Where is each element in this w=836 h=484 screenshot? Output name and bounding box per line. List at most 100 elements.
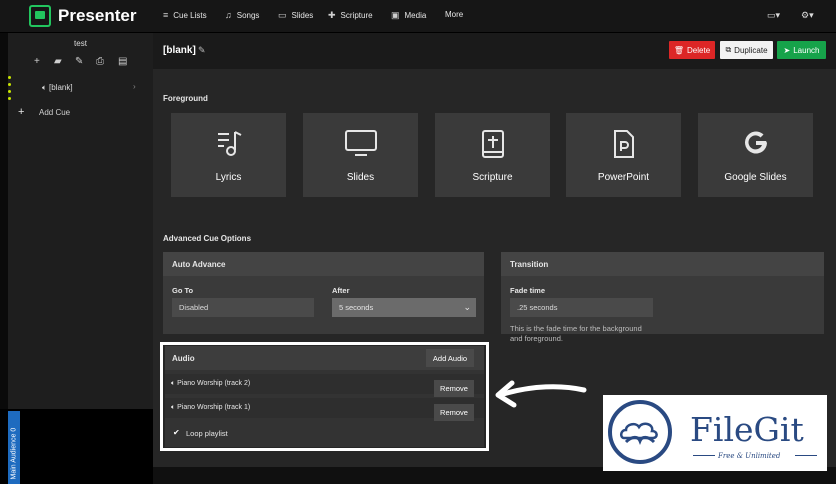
remove-track-button[interactable]: Remove [434,404,474,421]
settings-menu-button[interactable]: ⚙▾ [801,10,814,21]
edit-title-icon[interactable]: ✎ [198,45,206,56]
presenter-logo-icon [29,5,51,27]
transition-header [501,252,824,276]
fade-help-line: and foreground. [510,334,563,343]
nav-more[interactable]: More [445,10,463,19]
print-icon[interactable]: ⎙ [96,56,104,67]
fade-time-label: Fade time [510,286,546,295]
gear-icon: ⚙▾ [801,10,814,20]
list-view-icon[interactable]: ▤ [118,56,127,67]
music-icon: ♫ [225,10,232,20]
app-title: Presenter [58,6,137,25]
pencil-icon[interactable]: ✎ [75,56,83,67]
nav-cue-lists[interactable]: ≡ Cue Lists [163,10,207,20]
monitor-icon: ▭ [278,10,287,20]
add-icon[interactable]: + [34,56,40,67]
nav-scripture[interactable]: ✚ Scripture [328,10,373,21]
sidebar-footer [0,409,153,484]
cue-item-label: [blank] [49,83,73,92]
fade-time-value: .25 seconds [517,303,558,312]
tile-label: Slides [346,172,375,183]
fade-time-field[interactable]: .25 seconds [510,298,653,317]
after-value: 5 seconds [339,303,374,312]
lyrics-tile[interactable]: Lyrics [171,113,286,197]
audio-title: Audio [172,354,195,363]
duplicate-label: Duplicate [734,45,768,55]
powerpoint-tile[interactable]: PowerPoint [566,113,681,197]
cue-list-item[interactable] [8,80,153,96]
nav-label: Media [404,11,427,20]
nav-label: Slides [291,11,314,20]
transition-title: Transition [510,260,549,269]
send-icon: ➤ [783,45,791,55]
tile-label: Google Slides [724,172,787,183]
filegit-tagline: Free & Unlimited [718,452,781,460]
advanced-options-heading: Advanced Cue Options [163,234,252,243]
after-select[interactable]: 5 seconds ⌄ [332,298,476,317]
delete-button[interactable]: 🗑︎ Delete [669,41,715,59]
chevron-right-icon: › [133,82,136,91]
media-icon: ▣ [391,10,400,20]
add-audio-button[interactable]: Add Audio [426,349,474,367]
add-cue-button[interactable]: Add Cue [39,108,70,117]
folder-icon[interactable]: ▰ [54,56,62,67]
bible-icon: ✚ [328,10,336,20]
display-icon: ▭▾ [767,10,781,20]
bible-icon [435,129,550,165]
drag-handle-dot [8,76,11,79]
filegit-name: FileGit [690,410,804,449]
nav-songs[interactable]: ♫ Songs [225,10,259,20]
nav-label: Songs [236,10,260,20]
annotation-arrow-icon [495,380,587,408]
tile-label: PowerPoint [597,172,650,183]
slides-tile[interactable]: Slides [303,113,418,197]
nav-label: Scripture [340,11,373,20]
monitor-icon [303,129,418,163]
tagline-rule [795,455,817,456]
tile-label: Scripture [472,172,513,183]
goto-label: Go To [172,286,194,295]
fade-time-help: This is the fade time for the background… [510,324,642,344]
loop-playlist-label: Loop playlist [186,429,228,438]
audience-count: 0 [10,427,18,432]
list-icon: ≡ [163,10,169,20]
after-label: After [332,286,350,295]
cue-item-row: 🔈︎ [blank] [42,83,73,93]
nav-label: More [445,10,464,19]
audio-track: 🔈︎ Piano Worship (track 1) [171,404,250,412]
audio-track-name: Piano Worship (track 1) [177,404,251,411]
launch-label: Launch [793,45,820,55]
foreground-heading: Foreground [163,94,208,103]
copy-icon: ⧉ [725,45,732,54]
display-menu-button[interactable]: ▭▾ [767,10,780,21]
powerpoint-file-icon [566,129,681,165]
tagline-rule [693,455,715,456]
trash-icon: 🗑︎ [673,45,685,55]
audience-tab-text: Main Audience [10,433,18,480]
filegit-logo-icon [608,400,672,464]
nav-slides[interactable]: ▭ Slides [278,10,313,21]
add-cue-icon[interactable]: + [18,106,24,118]
launch-button[interactable]: ➤ Launch [777,41,826,59]
scripture-tile[interactable]: Scripture [435,113,550,197]
nav-media[interactable]: ▣ Media [391,10,426,21]
loop-playlist-checkbox[interactable]: ✔ [173,428,180,437]
speaker-icon: 🔈︎ [42,83,50,92]
delete-label: Delete [687,45,711,55]
google-icon [698,129,813,163]
google-slides-tile[interactable]: Google Slides [698,113,813,197]
audio-track: 🔈︎ Piano Worship (track 2) [171,380,250,388]
goto-field[interactable]: Disabled [172,298,314,317]
lyrics-icon [171,129,286,163]
audio-track-name: Piano Worship (track 2) [177,380,251,387]
drag-handle-dot [8,97,11,100]
nav-label: Cue Lists [173,10,207,20]
duplicate-button[interactable]: ⧉ Duplicate [720,41,773,59]
remove-track-button[interactable]: Remove [434,380,474,397]
cue-title: [blank] [163,45,196,56]
fade-help-line: This is the fade time for the background [510,324,642,333]
tile-label: Lyrics [215,172,242,183]
main-audience-label: Main Audience 0 [11,410,18,480]
auto-advance-title: Auto Advance [172,260,226,269]
chevron-down-icon: ⌄ [463,302,471,312]
